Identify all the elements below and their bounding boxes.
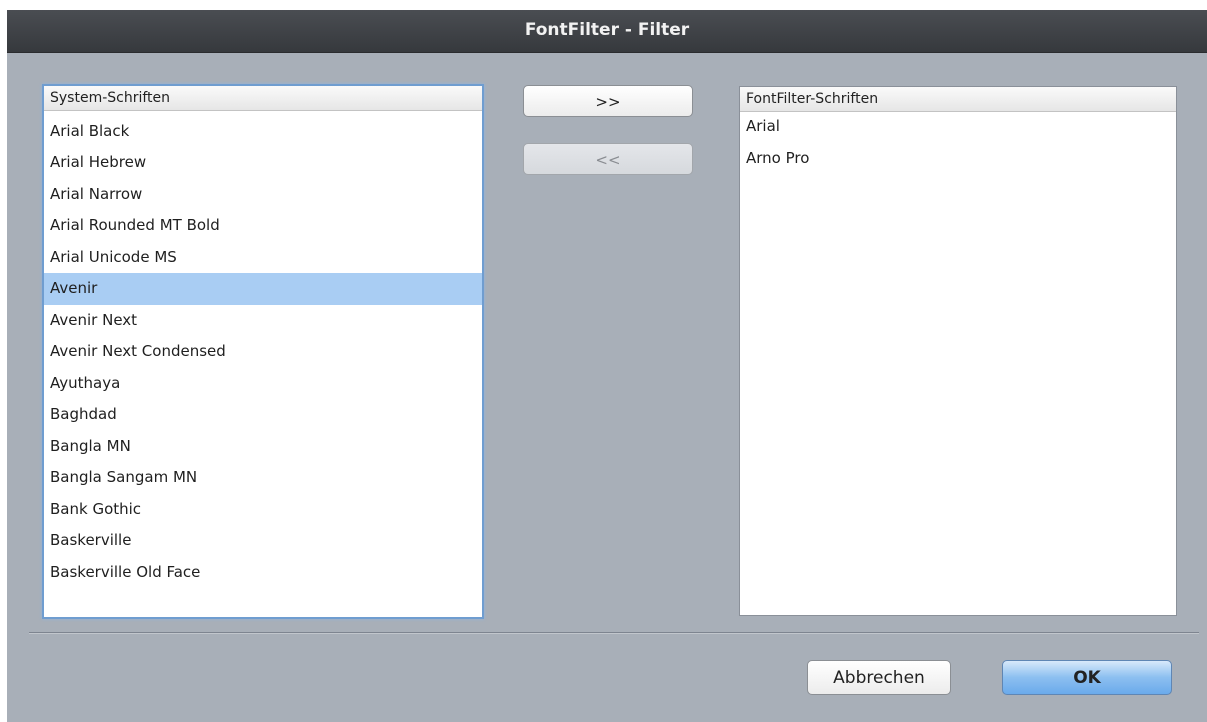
title-bar[interactable]: FontFilter - Filter xyxy=(7,10,1207,53)
list-item[interactable]: Bangla MN xyxy=(44,431,482,463)
list-item[interactable]: Ayuthaya xyxy=(44,368,482,400)
list-item-selected[interactable]: Avenir xyxy=(44,273,482,305)
list-item[interactable]: Baskerville xyxy=(44,525,482,557)
list-item[interactable]: Bangla Sangam MN xyxy=(44,462,482,494)
fontfilter-fonts-header[interactable]: FontFilter-Schriften xyxy=(740,87,1176,112)
list-item[interactable]: Avenir Next Condensed xyxy=(44,336,482,368)
system-fonts-list-body: AppleMyungjo Arial Black Arial Hebrew Ar… xyxy=(44,102,482,617)
list-item[interactable]: Arial Narrow xyxy=(44,179,482,211)
list-item[interactable]: Arial Hebrew xyxy=(44,147,482,179)
divider xyxy=(29,632,1199,634)
list-item[interactable]: Arial Unicode MS xyxy=(44,242,482,274)
fontfilter-fonts-list[interactable]: FontFilter-Schriften Arial Arno Pro xyxy=(739,86,1177,616)
window-title: FontFilter - Filter xyxy=(524,20,690,40)
remove-font-button[interactable]: << xyxy=(523,143,693,175)
list-item[interactable]: Arno Pro xyxy=(740,143,1176,175)
dialog-window: FontFilter - Filter System-Schriften App… xyxy=(7,10,1207,722)
list-item[interactable]: Avenir Next xyxy=(44,305,482,337)
system-fonts-list[interactable]: System-Schriften AppleMyungjo Arial Blac… xyxy=(42,84,484,619)
cancel-button[interactable]: Abbrechen xyxy=(807,660,951,695)
list-item[interactable]: Arial Black xyxy=(44,116,482,148)
list-item[interactable]: Arial xyxy=(740,111,1176,143)
add-font-button[interactable]: >> xyxy=(523,85,693,117)
list-item[interactable]: Baskerville Old Face xyxy=(44,557,482,589)
ok-button[interactable]: OK xyxy=(1002,660,1172,695)
list-item[interactable]: Bank Gothic xyxy=(44,494,482,526)
fontfilter-fonts-list-body: Arial Arno Pro xyxy=(740,111,1176,615)
system-fonts-header[interactable]: System-Schriften xyxy=(44,86,482,111)
list-item[interactable]: Arial Rounded MT Bold xyxy=(44,210,482,242)
list-item[interactable]: Baghdad xyxy=(44,399,482,431)
